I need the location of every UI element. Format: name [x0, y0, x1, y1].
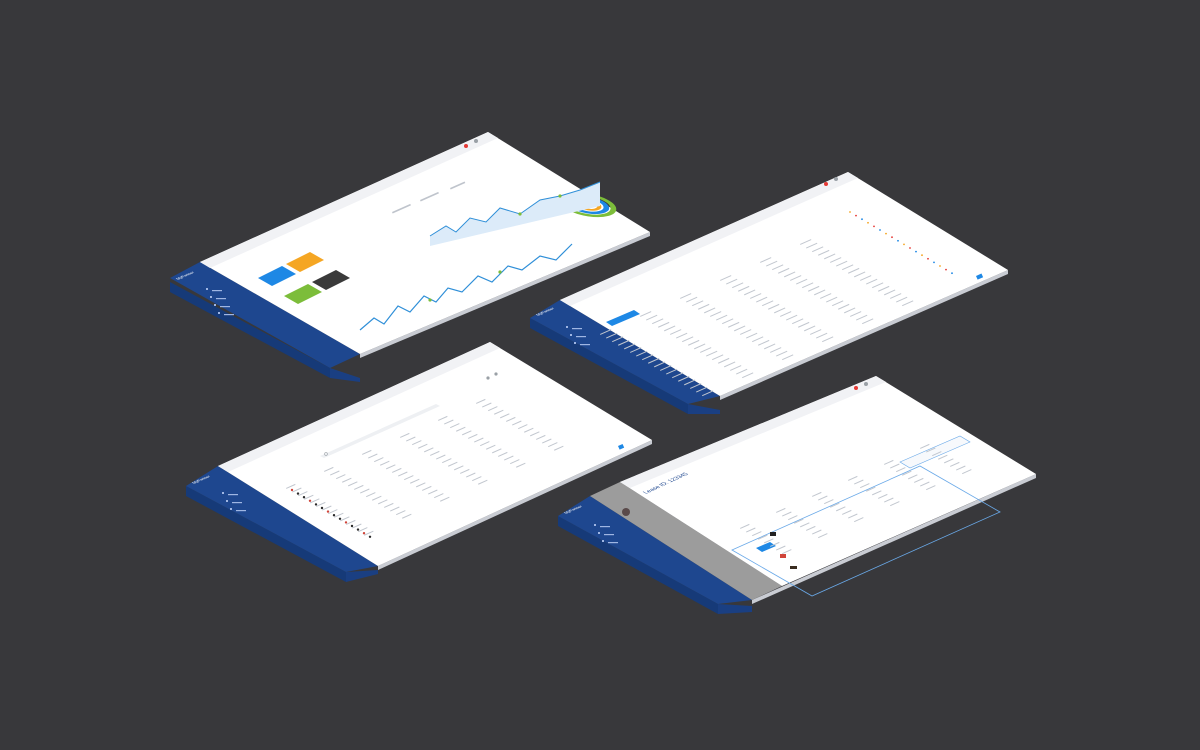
product-swatch — [314, 503, 318, 506]
status-dot — [915, 250, 917, 253]
product-swatch — [302, 496, 306, 499]
status-dot — [891, 236, 893, 239]
status-dot — [849, 211, 851, 213]
status-dot — [867, 221, 869, 224]
status-dot — [861, 218, 863, 221]
status-dot — [921, 254, 923, 257]
dashboard-notification-icon[interactable] — [464, 144, 468, 148]
product-swatch — [362, 532, 366, 535]
status-dot — [903, 243, 905, 246]
status-dot — [855, 214, 857, 217]
status-dot — [939, 265, 941, 267]
screen-inventory: MyPartner — [186, 342, 652, 582]
orders-user-icon[interactable] — [834, 177, 838, 181]
screen-lease-detail: MyPartner Lease ID: 123345 — [558, 376, 1036, 614]
product-thumbnail — [780, 554, 786, 558]
product-swatch — [338, 517, 342, 520]
product-thumbnail-2 — [790, 566, 797, 569]
product-swatch — [290, 488, 294, 492]
dashboard-user-icon[interactable] — [474, 139, 478, 143]
mockup-stage: MyPartner MyPartner MyPartner MyPartner … — [0, 0, 1200, 750]
status-dot — [927, 257, 929, 260]
product-swatch — [344, 521, 348, 524]
status-dot — [951, 272, 953, 275]
lease-notification-icon[interactable] — [854, 386, 858, 390]
inventory-settings-icon[interactable] — [494, 372, 498, 376]
orders-notification-icon[interactable] — [824, 182, 828, 186]
status-dot — [873, 225, 875, 228]
product-thumbnail-3 — [770, 532, 776, 536]
product-swatch — [350, 524, 354, 528]
status-dot — [879, 229, 881, 231]
product-swatch — [356, 528, 360, 531]
product-swatch — [332, 514, 336, 517]
status-dot — [897, 239, 899, 242]
status-dot — [909, 247, 911, 249]
status-dot — [885, 232, 887, 235]
product-swatch — [326, 510, 330, 513]
status-dot — [933, 261, 935, 264]
product-swatch — [308, 499, 312, 502]
inventory-user-icon[interactable] — [486, 376, 490, 380]
product-swatch — [320, 506, 324, 510]
product-swatch — [296, 492, 300, 495]
isometric-mockup-scene: MyPartner MyPartner MyPartner MyPartner … — [170, 132, 1036, 614]
product-swatch — [368, 535, 372, 538]
lease-user-icon[interactable] — [864, 382, 868, 386]
status-dot — [945, 268, 947, 271]
avatar — [622, 508, 630, 516]
